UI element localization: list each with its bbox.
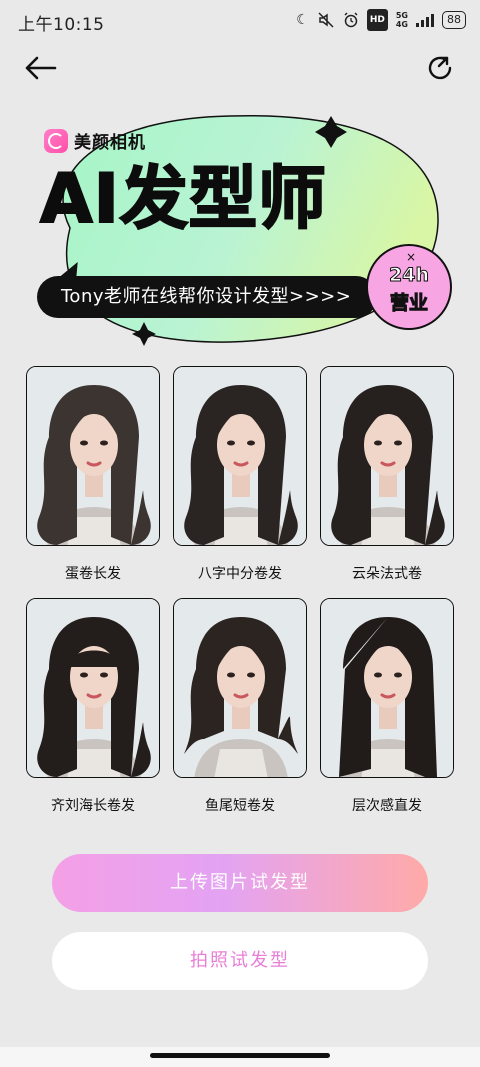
hairstyle-label: 层次感直发: [352, 798, 422, 814]
hairstyle-photo: [27, 367, 159, 545]
hairstyle-label: 鱼尾短卷发: [205, 798, 275, 814]
camera-app-logo-icon: [44, 128, 68, 153]
headline: AI发型师: [39, 159, 327, 240]
arrow-left-icon: [25, 56, 57, 80]
mute-icon: [317, 10, 335, 30]
badge-24h: 24h: [389, 264, 430, 287]
status-bar: 上午10:15 ☾ HD 5G 4G 88: [0, 0, 480, 40]
hairstyle-card[interactable]: [320, 366, 454, 546]
brand-name: 美颜相机: [74, 133, 146, 153]
hairstyle-card[interactable]: [26, 366, 160, 546]
hairstyle-photo: [321, 367, 453, 545]
take-photo-button[interactable]: 拍照试发型: [52, 932, 428, 990]
network-top: 5G: [395, 11, 408, 20]
share-button[interactable]: [424, 52, 456, 84]
tagline: Tony老师在线帮你设计发型>>>>: [37, 276, 377, 318]
hairstyle-card[interactable]: [173, 366, 307, 546]
network-bottom: 4G: [395, 20, 408, 29]
badge-open: 营业: [389, 292, 428, 315]
brand: 美颜相机: [44, 128, 146, 153]
badge-mark: ×: [406, 250, 417, 264]
hairstyle-photo: [174, 599, 306, 777]
hd-icon: HD: [366, 9, 388, 31]
24h-badge: × 24h 营业: [366, 244, 452, 330]
moon-icon: ☾: [296, 12, 309, 28]
status-icons: ☾ HD 5G 4G 88: [296, 9, 466, 31]
hairstyle-label: 云朵法式卷: [352, 566, 422, 582]
hairstyle-photo: [27, 599, 159, 777]
hairstyle-card[interactable]: [320, 598, 454, 778]
network-type: 5G 4G: [396, 11, 408, 29]
hairstyle-photo: [321, 599, 453, 777]
refresh-share-icon: [428, 56, 452, 80]
upload-photo-button[interactable]: 上传图片试发型: [52, 854, 428, 912]
hairstyle-card[interactable]: [173, 598, 307, 778]
hairstyle-label: 八字中分卷发: [198, 566, 282, 582]
signal-icon: [416, 13, 434, 27]
home-indicator[interactable]: [150, 1053, 330, 1058]
hairstyle-label: 齐刘海长卷发: [51, 798, 135, 814]
back-button[interactable]: [22, 52, 58, 84]
hairstyle-photo: [174, 367, 306, 545]
hairstyle-card[interactable]: [26, 598, 160, 778]
battery-indicator: 88: [442, 11, 466, 29]
status-time: 上午10:15: [18, 15, 105, 35]
alarm-icon: [343, 10, 359, 30]
hairstyle-label: 蛋卷长发: [65, 566, 121, 582]
